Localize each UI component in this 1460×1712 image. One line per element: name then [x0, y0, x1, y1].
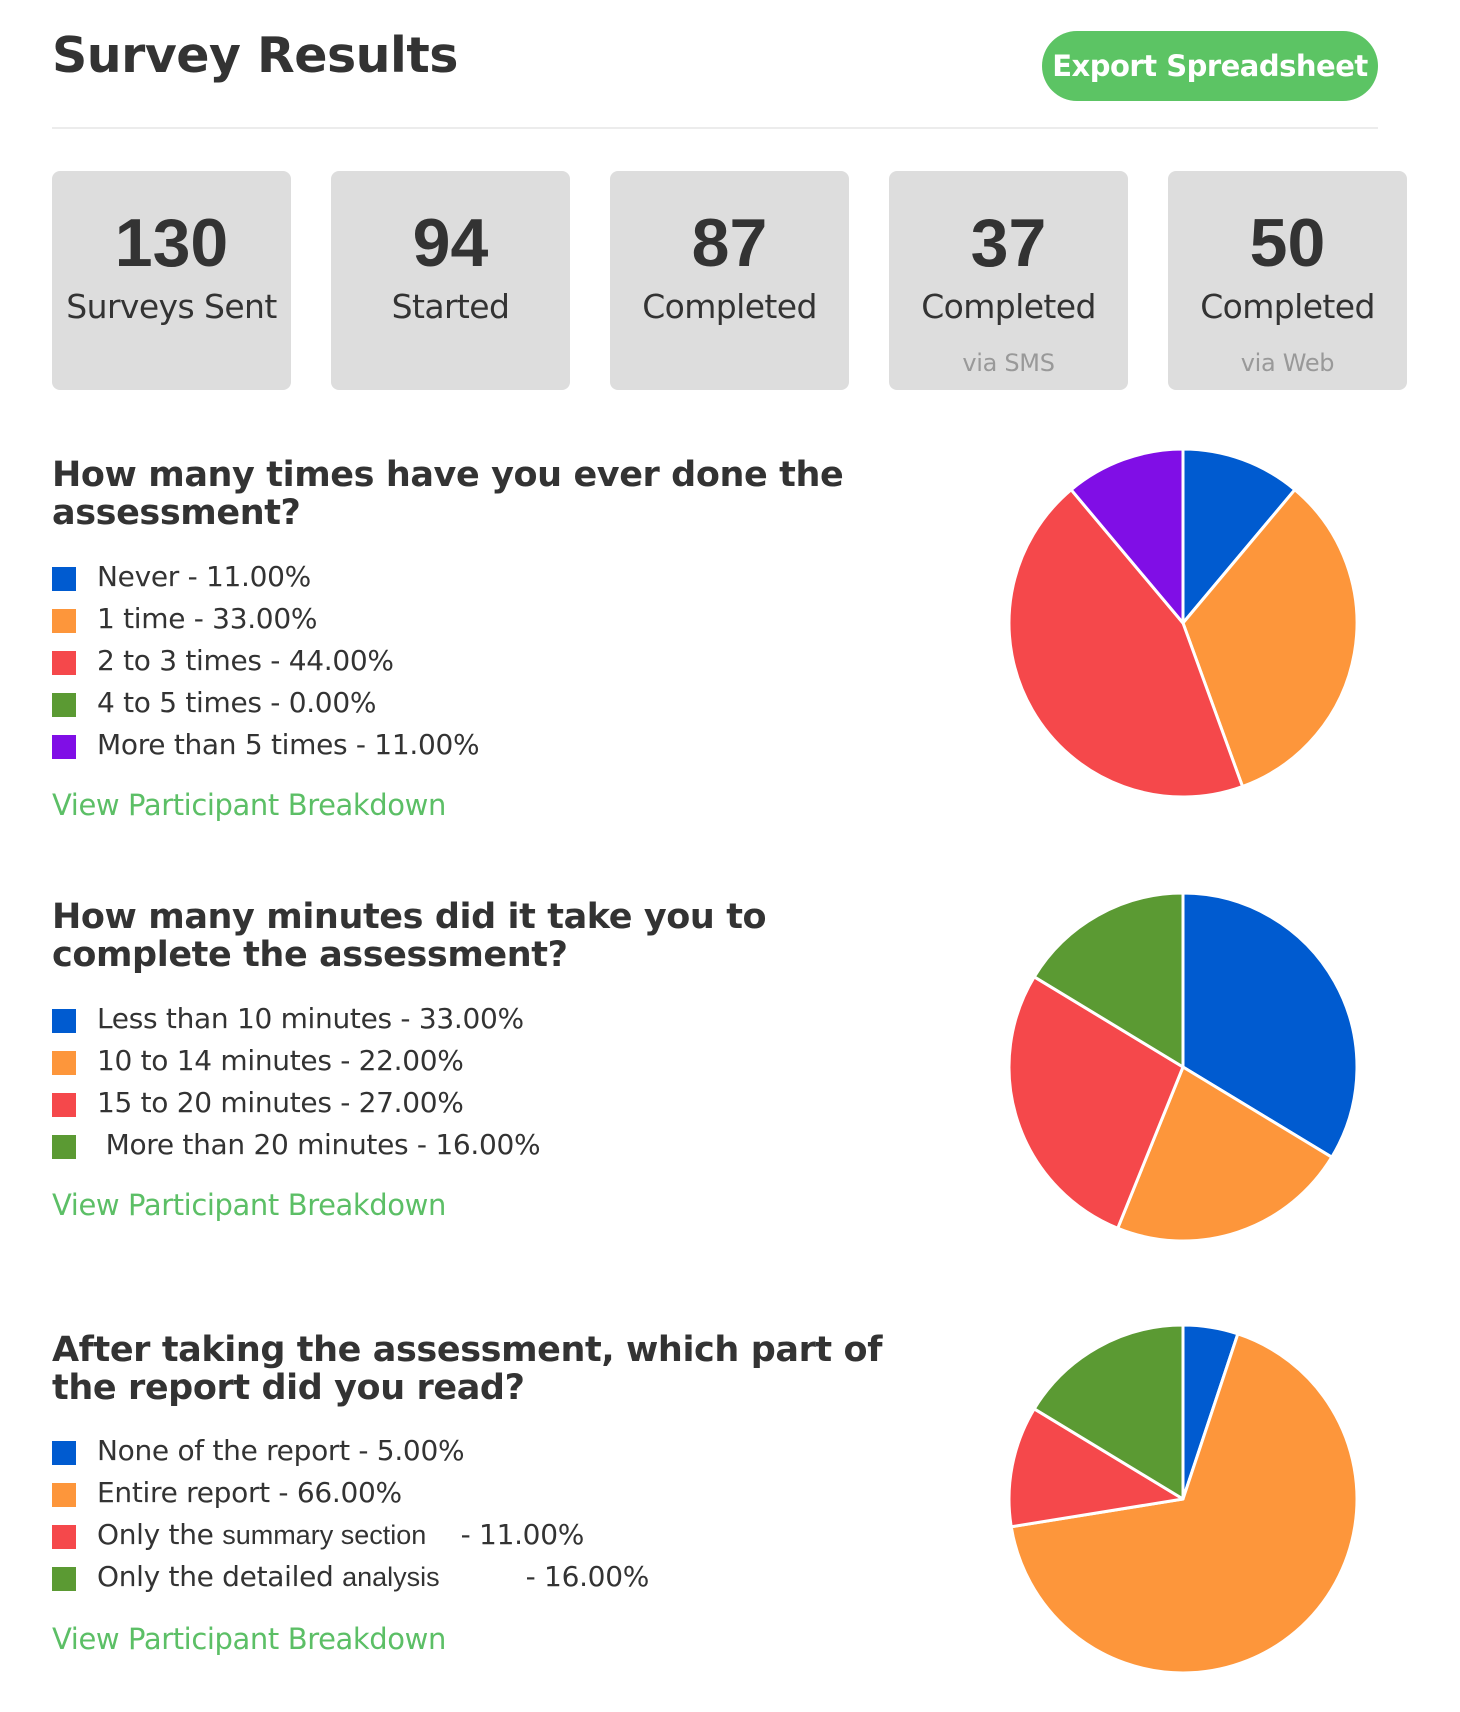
legend-swatch-green — [52, 693, 76, 717]
pie-chart-report-read — [1007, 1323, 1359, 1675]
question-title: How many times have you ever done the as… — [52, 456, 952, 532]
stat-card-surveys-sent: 130 Surveys Sent — [52, 171, 291, 390]
stat-label: Completed — [921, 287, 1096, 326]
question-title-line: How many minutes did it take you to — [52, 897, 767, 937]
legend-swatch-red — [52, 1093, 76, 1117]
header-divider — [52, 127, 1378, 129]
legend-label-part: - 11.00% — [426, 1518, 585, 1551]
legend-label: 1 time - 33.00% — [97, 602, 318, 635]
question-section-2: How many minutes did it take you to comp… — [52, 898, 952, 1222]
legend-swatch-orange — [52, 609, 76, 633]
legend-label: 4 to 5 times - 0.00% — [97, 686, 377, 719]
stat-card-completed: 87 Completed — [610, 171, 849, 390]
question-title-line: How many times have you ever done the — [52, 455, 844, 495]
export-spreadsheet-button[interactable]: Export Spreadsheet — [1042, 31, 1378, 101]
legend-swatch-green — [52, 1567, 76, 1591]
legend-label: Never - 11.00% — [97, 560, 311, 593]
stat-label: Surveys Sent — [66, 287, 277, 326]
legend-label: 2 to 3 times - 44.00% — [97, 644, 394, 677]
stat-sublabel: via Web — [1240, 349, 1335, 377]
stat-card-completed-web: 50 Completed via Web — [1168, 171, 1407, 390]
legend-swatch-orange — [52, 1483, 76, 1507]
legend-swatch-blue — [52, 567, 76, 591]
question-title: After taking the assessment, which part … — [52, 1331, 952, 1407]
legend-label: Less than 10 minutes - 33.00% — [97, 1002, 524, 1035]
stat-value: 50 — [1249, 205, 1326, 281]
view-participant-breakdown-link[interactable]: View Participant Breakdown — [52, 787, 446, 823]
legend-label: None of the report - 5.00% — [97, 1434, 465, 1467]
stat-sublabel: via SMS — [962, 349, 1055, 377]
legend-label: More than 5 times - 11.00% — [97, 728, 480, 761]
question-title-line: assessment? — [52, 493, 301, 533]
legend-label-part: Only the — [97, 1518, 223, 1551]
legend-label-part: summary section — [222, 1520, 427, 1550]
question-title-line: the report did you read? — [52, 1368, 525, 1408]
stat-card-started: 94 Started — [331, 171, 570, 390]
legend-label: Entire report - 66.00% — [97, 1476, 402, 1509]
legend-label: Only the summary section - 11.00% — [97, 1517, 584, 1553]
page-title: Survey Results — [52, 27, 458, 84]
legend-label: 10 to 14 minutes - 22.00% — [97, 1044, 464, 1077]
question-title: How many minutes did it take you to comp… — [52, 898, 952, 974]
view-participant-breakdown-link[interactable]: View Participant Breakdown — [52, 1187, 446, 1223]
stat-card-completed-sms: 37 Completed via SMS — [889, 171, 1128, 390]
question-title-line: complete the assessment? — [52, 935, 568, 975]
legend-label-part: Only the detailed — [97, 1560, 343, 1593]
legend-label: Only the detailed analysis - 16.00% — [97, 1559, 649, 1595]
stat-value: 94 — [412, 205, 489, 281]
question-section-1: How many times have you ever done the as… — [52, 456, 952, 822]
question-title-line: After taking the assessment, which part … — [52, 1330, 883, 1370]
legend-swatch-blue — [52, 1441, 76, 1465]
legend-swatch-orange — [52, 1051, 76, 1075]
legend-swatch-red — [52, 651, 76, 675]
question-section-3: After taking the assessment, which part … — [52, 1331, 952, 1656]
stat-value: 37 — [970, 205, 1047, 281]
stat-value: 87 — [691, 205, 768, 281]
legend-label: More than 20 minutes - 16.00% — [97, 1128, 541, 1161]
legend-label-part: - 16.00% — [439, 1560, 650, 1593]
legend-label-part: analysis — [342, 1562, 440, 1592]
stat-value: 130 — [114, 205, 229, 281]
stat-label: Started — [391, 287, 510, 326]
pie-chart-times-done — [1007, 447, 1359, 799]
legend-swatch-blue — [52, 1009, 76, 1033]
legend-swatch-green — [52, 1135, 76, 1159]
pie-chart-minutes-taken — [1007, 891, 1359, 1243]
legend-swatch-red — [52, 1525, 76, 1549]
stat-label: Completed — [1200, 287, 1375, 326]
legend-label: 15 to 20 minutes - 27.00% — [97, 1086, 464, 1119]
view-participant-breakdown-link[interactable]: View Participant Breakdown — [52, 1621, 446, 1657]
stat-label: Completed — [642, 287, 817, 326]
legend-swatch-purple — [52, 735, 76, 759]
